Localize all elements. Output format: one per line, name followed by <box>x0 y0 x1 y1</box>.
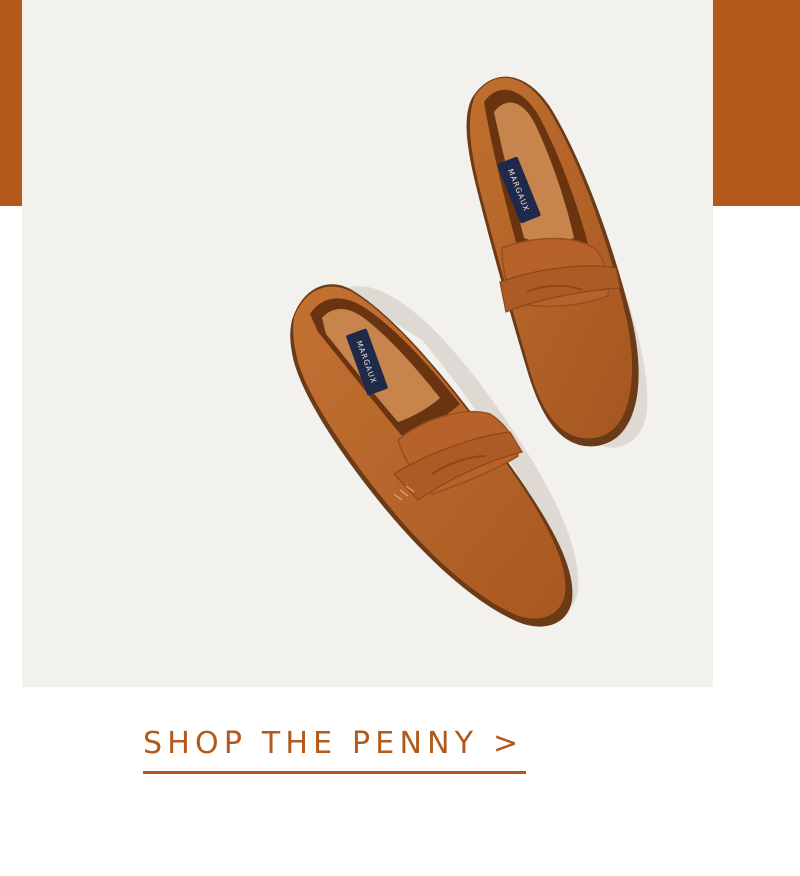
accent-block-left <box>0 0 22 206</box>
cta-label: SHOP THE PENNY > <box>143 726 524 761</box>
shop-the-penny-link[interactable]: SHOP THE PENNY > <box>143 722 526 774</box>
product-photo[interactable]: MARGAUX MARGAUX <box>22 0 713 687</box>
cta-underline <box>143 771 526 774</box>
accent-block-right <box>713 0 800 206</box>
right-loafer: MARGAUX <box>466 76 648 448</box>
